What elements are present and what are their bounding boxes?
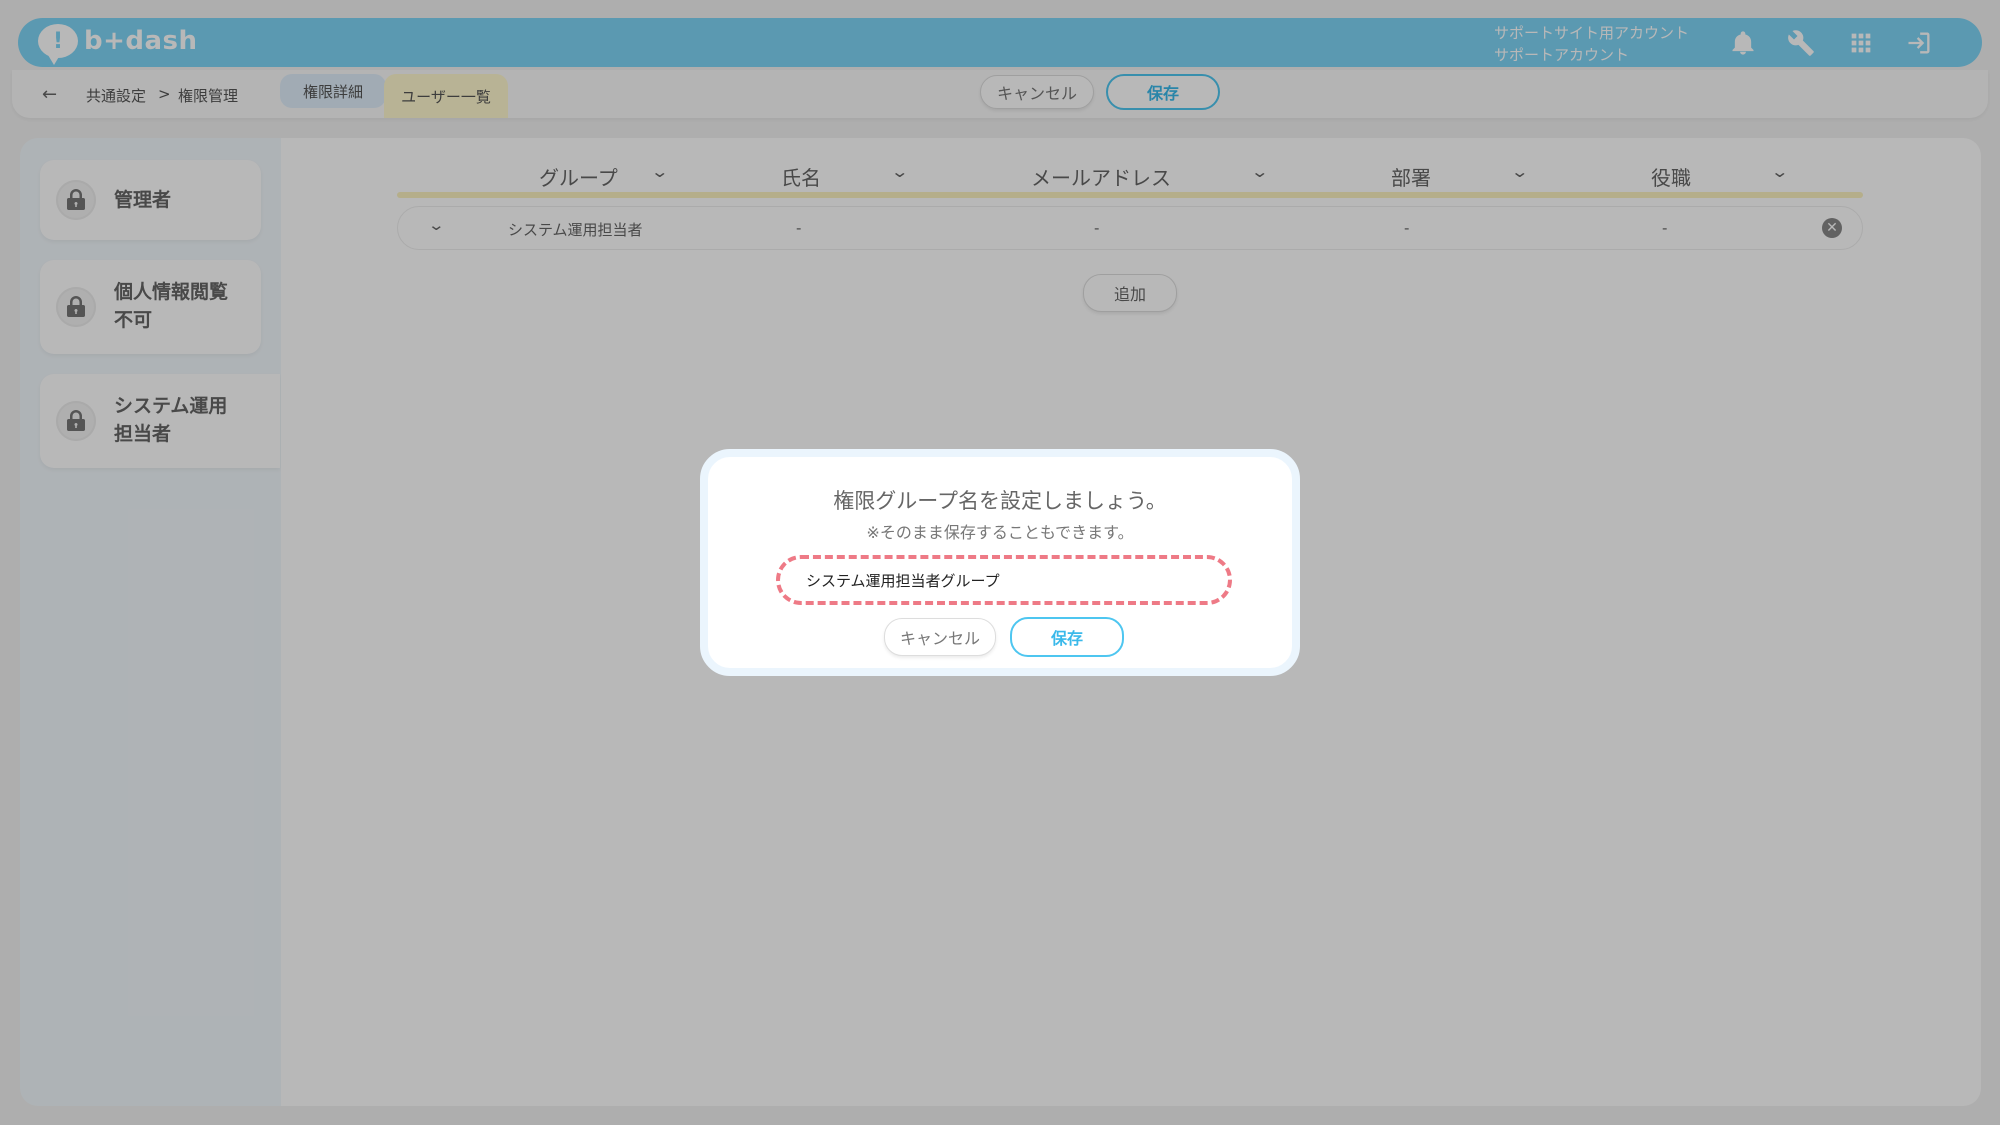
dialog-subtitle: ※そのまま保存することもできます。 — [866, 523, 1134, 542]
dialog-save-button[interactable]: 保存 — [1010, 617, 1124, 657]
group-name-dialog: 権限グループ名を設定しましょう。 ※そのまま保存することもできます。 キャンセル… — [700, 449, 1300, 676]
dialog-title: 権限グループ名を設定しましょう。 — [833, 489, 1167, 513]
group-name-input[interactable] — [776, 555, 1232, 605]
dialog-cancel-button[interactable]: キャンセル — [884, 618, 996, 656]
